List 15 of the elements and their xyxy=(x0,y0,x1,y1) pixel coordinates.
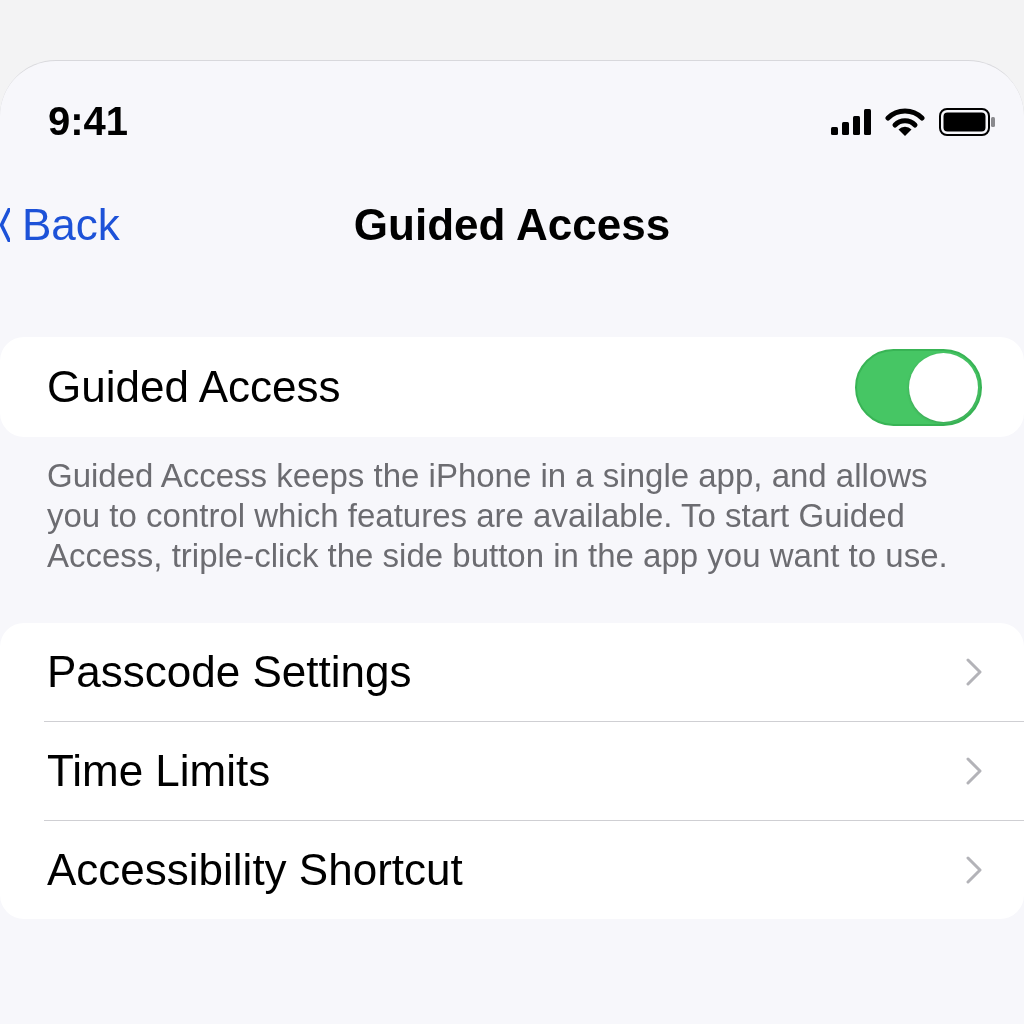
signal-icon xyxy=(831,108,871,135)
settings-list-item[interactable]: Passcode Settings xyxy=(44,623,1024,721)
chevron-right-icon xyxy=(966,658,982,686)
footer-description: Guided Access keeps the iPhone in a single app, and allows you to control which features are available. To start Guided Access, triple-click the side button in the app you want to use. xyxy=(47,456,949,576)
settings-list-item[interactable]: Accessibility Shortcut xyxy=(44,820,1024,919)
battery-icon xyxy=(939,107,995,136)
back-button[interactable]: Back xyxy=(0,200,120,250)
nav-title: Guided Access xyxy=(353,200,671,250)
status-time: 9:41 xyxy=(48,99,129,144)
chevron-right-icon xyxy=(966,757,982,785)
row-label: Guided Access xyxy=(47,362,341,412)
wifi-icon xyxy=(885,106,925,137)
chevron-right-icon xyxy=(966,856,982,884)
chevron-left-icon xyxy=(0,208,10,242)
settings-list-item[interactable]: Time Limits xyxy=(44,721,1024,820)
